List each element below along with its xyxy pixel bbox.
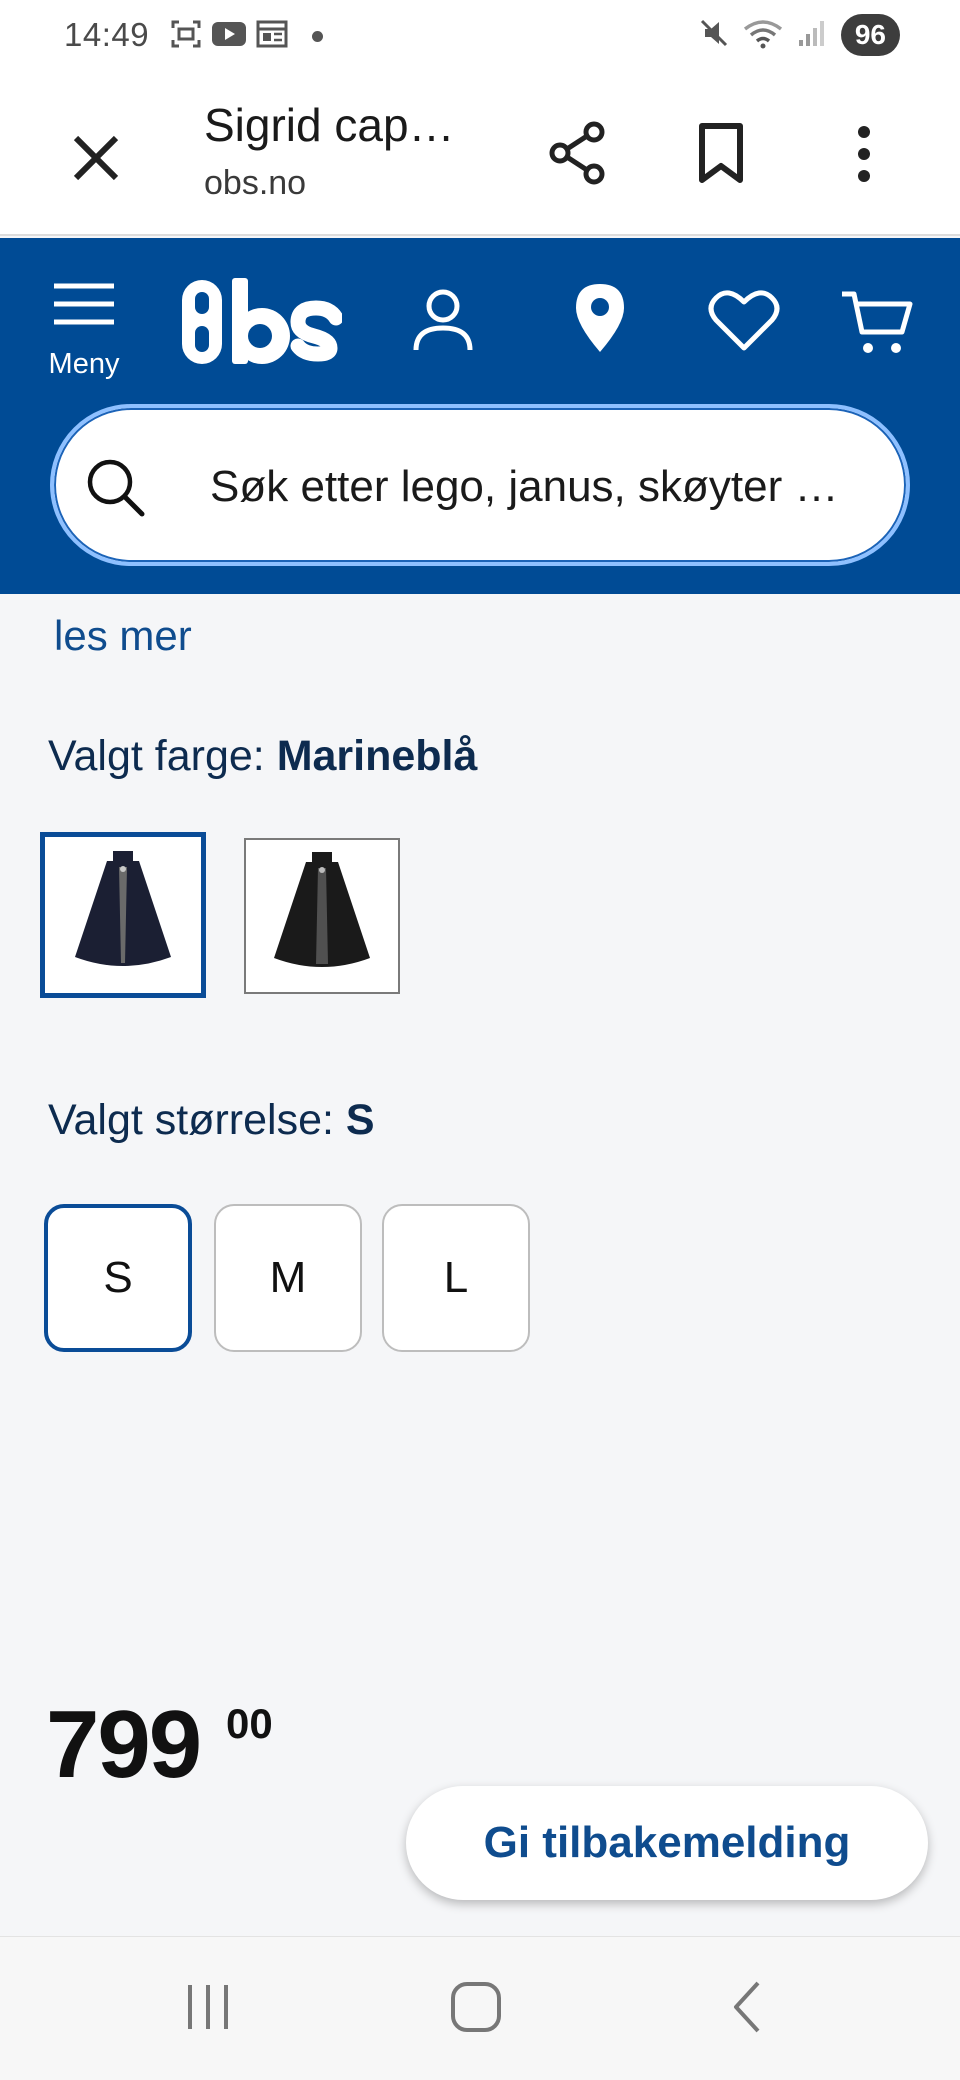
page-title: Sigrid cap…: [204, 99, 455, 151]
more-vert-icon: [858, 126, 870, 182]
color-value: Marineblå: [276, 732, 478, 780]
price-cents: 00: [226, 1700, 273, 1747]
recent-apps-button[interactable]: [184, 1977, 232, 2042]
user-icon: [413, 289, 473, 351]
share-icon: [549, 121, 605, 185]
selected-size-label: Valgt størrelse: S: [48, 1096, 375, 1145]
more-options-button[interactable]: [846, 122, 882, 186]
home-button[interactable]: [448, 1977, 504, 2042]
status-notification-icons: [170, 18, 288, 50]
page: 14:49 96 Sigrid cap… obs.no Meny Søk ett…: [0, 0, 960, 2080]
youtube-icon: [212, 20, 246, 48]
account-button[interactable]: [412, 288, 474, 359]
size-button-s[interactable]: S: [44, 1204, 192, 1352]
back-button[interactable]: [724, 1977, 768, 2042]
page-url[interactable]: obs.no: [204, 164, 306, 203]
site-header: Meny: [0, 238, 960, 594]
status-bar: 14:49 96: [0, 0, 960, 72]
battery-indicator: 96: [840, 14, 900, 56]
hamburger-icon: [54, 283, 114, 325]
read-more-link[interactable]: les mer: [54, 612, 192, 660]
color-label-text: Valgt farge:: [48, 732, 265, 780]
search-bar[interactable]: [50, 404, 910, 566]
menu-button[interactable]: Meny: [44, 280, 124, 380]
wishlist-button[interactable]: [708, 288, 780, 357]
menu-label: Meny: [48, 348, 120, 380]
size-button-m[interactable]: M: [214, 1204, 362, 1352]
search-icon: [87, 459, 145, 517]
status-time: 14:49: [64, 16, 150, 53]
system-nav-bar: [0, 1936, 960, 2080]
recent-apps-icon: [188, 1985, 228, 2029]
price-main: 799: [46, 1691, 202, 1798]
search-input[interactable]: [210, 452, 890, 522]
status-right-icons: 96: [699, 14, 900, 56]
size-button-l[interactable]: L: [382, 1204, 530, 1352]
browser-toolbar: Sigrid cap… obs.no: [0, 72, 960, 236]
home-icon: [451, 1982, 501, 2032]
cart-icon: [842, 291, 913, 353]
location-pin-icon: [576, 284, 624, 352]
size-label-text: Valgt størrelse:: [48, 1096, 334, 1144]
close-tab-button[interactable]: [66, 128, 126, 188]
price: 799 00: [46, 1690, 273, 1800]
color-swatch-black[interactable]: [244, 838, 400, 994]
cape-black-image: [274, 852, 370, 967]
size-value: S: [345, 1096, 375, 1144]
close-icon: [73, 135, 119, 181]
mute-icon: [699, 18, 729, 53]
store-locator-button[interactable]: [574, 282, 626, 359]
selected-color-label: Valgt farge: Marineblå: [48, 732, 477, 781]
share-button[interactable]: [548, 118, 608, 188]
obs-logo-icon: [182, 278, 344, 364]
feedback-button[interactable]: Gi tilbakemelding: [406, 1786, 928, 1900]
obs-logo[interactable]: [178, 274, 344, 370]
bookmark-button[interactable]: [694, 122, 748, 186]
heart-icon: [708, 290, 780, 351]
cart-button[interactable]: [840, 288, 914, 363]
back-icon: [734, 1981, 760, 2033]
signal-icon: [797, 18, 827, 53]
cape-navy-image: [75, 851, 171, 966]
bookmark-icon: [699, 123, 743, 183]
notification-dot: [312, 31, 323, 42]
calendar-icon: [256, 19, 288, 49]
screenshot-icon: [170, 18, 202, 50]
color-swatch-navy[interactable]: [40, 832, 206, 998]
wifi-icon: [743, 17, 783, 54]
